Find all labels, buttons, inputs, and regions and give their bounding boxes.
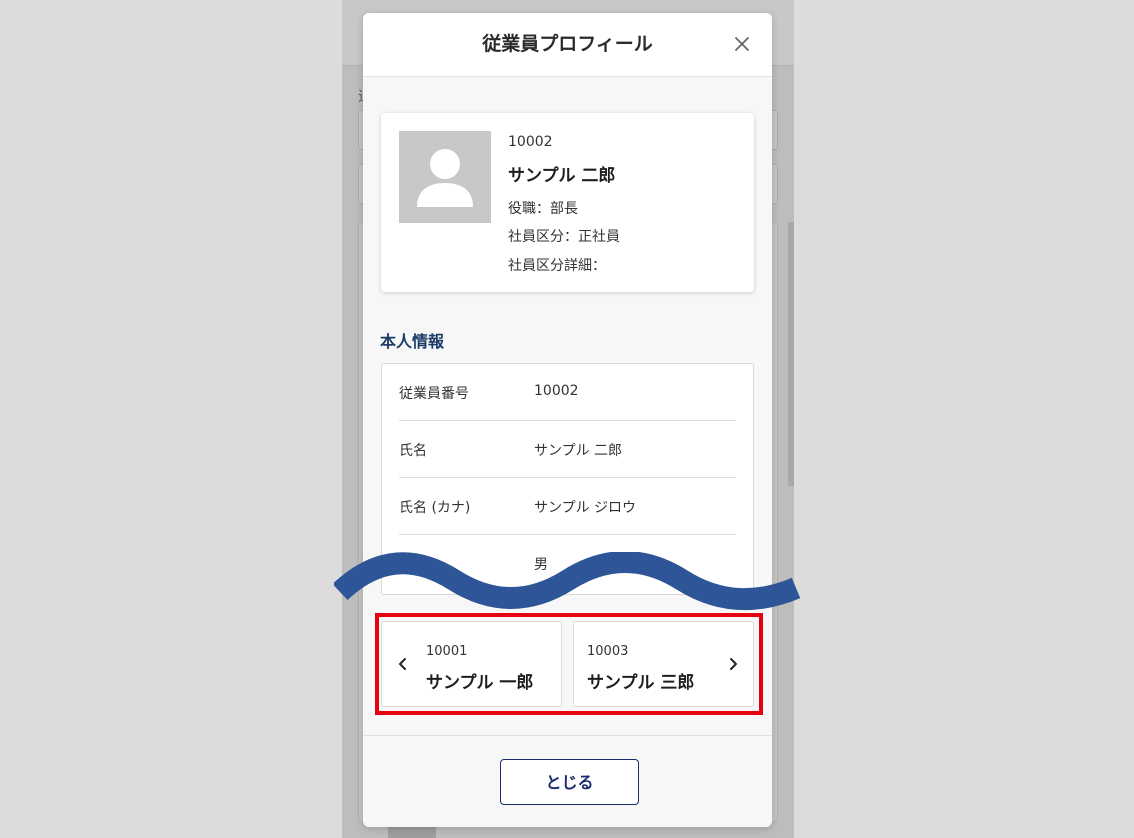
info-value: サンプル 二郎	[534, 443, 623, 459]
employee-profile-modal: 従業員プロフィール 10002 サンプル 二郎 役職：部長 社員区分：正社員 社…	[363, 13, 772, 827]
employee-navigation: 10001 サンプル 一郎 10003 サンプル 三郎	[381, 617, 754, 711]
previous-employee-id: 10001	[426, 644, 468, 659]
close-button[interactable]: とじる	[500, 759, 639, 805]
table-row: 氏名 (カナ) サンプル ジロウ	[399, 478, 736, 535]
next-employee-button[interactable]: 10003 サンプル 三郎	[573, 621, 754, 707]
chevron-left-icon	[399, 658, 406, 670]
profile-category: 社員区分：正社員	[508, 229, 620, 245]
close-icon[interactable]	[730, 32, 754, 56]
section-title-personal-info: 本人情報	[380, 332, 445, 351]
wave-separator	[334, 552, 801, 611]
avatar	[399, 131, 491, 223]
previous-employee-name: サンプル 一郎	[426, 673, 534, 693]
user-silhouette-icon	[417, 149, 473, 207]
modal-header: 従業員プロフィール	[363, 13, 772, 77]
info-key: 従業員番号	[399, 386, 469, 402]
modal-title: 従業員プロフィール	[482, 33, 653, 55]
table-row: 従業員番号 10002	[399, 364, 736, 421]
info-key: 氏名	[399, 443, 427, 459]
footer-divider	[363, 735, 772, 736]
profile-name: サンプル 二郎	[508, 166, 616, 186]
table-row: 氏名 サンプル 二郎	[399, 421, 736, 478]
profile-employee-id: 10002	[508, 134, 553, 150]
next-employee-name: サンプル 三郎	[587, 673, 695, 693]
chevron-right-icon	[730, 658, 737, 670]
previous-employee-button[interactable]: 10001 サンプル 一郎	[381, 621, 562, 707]
profile-position: 役職：部長	[508, 201, 578, 217]
background-scrollbar	[788, 222, 794, 486]
profile-card: 10002 サンプル 二郎 役職：部長 社員区分：正社員 社員区分詳細：	[381, 113, 754, 292]
next-employee-id: 10003	[587, 644, 629, 659]
info-key: 氏名 (カナ)	[399, 500, 471, 516]
info-value: サンプル ジロウ	[534, 500, 637, 516]
profile-category-detail: 社員区分詳細：	[508, 258, 606, 274]
info-value: 10002	[534, 383, 579, 399]
